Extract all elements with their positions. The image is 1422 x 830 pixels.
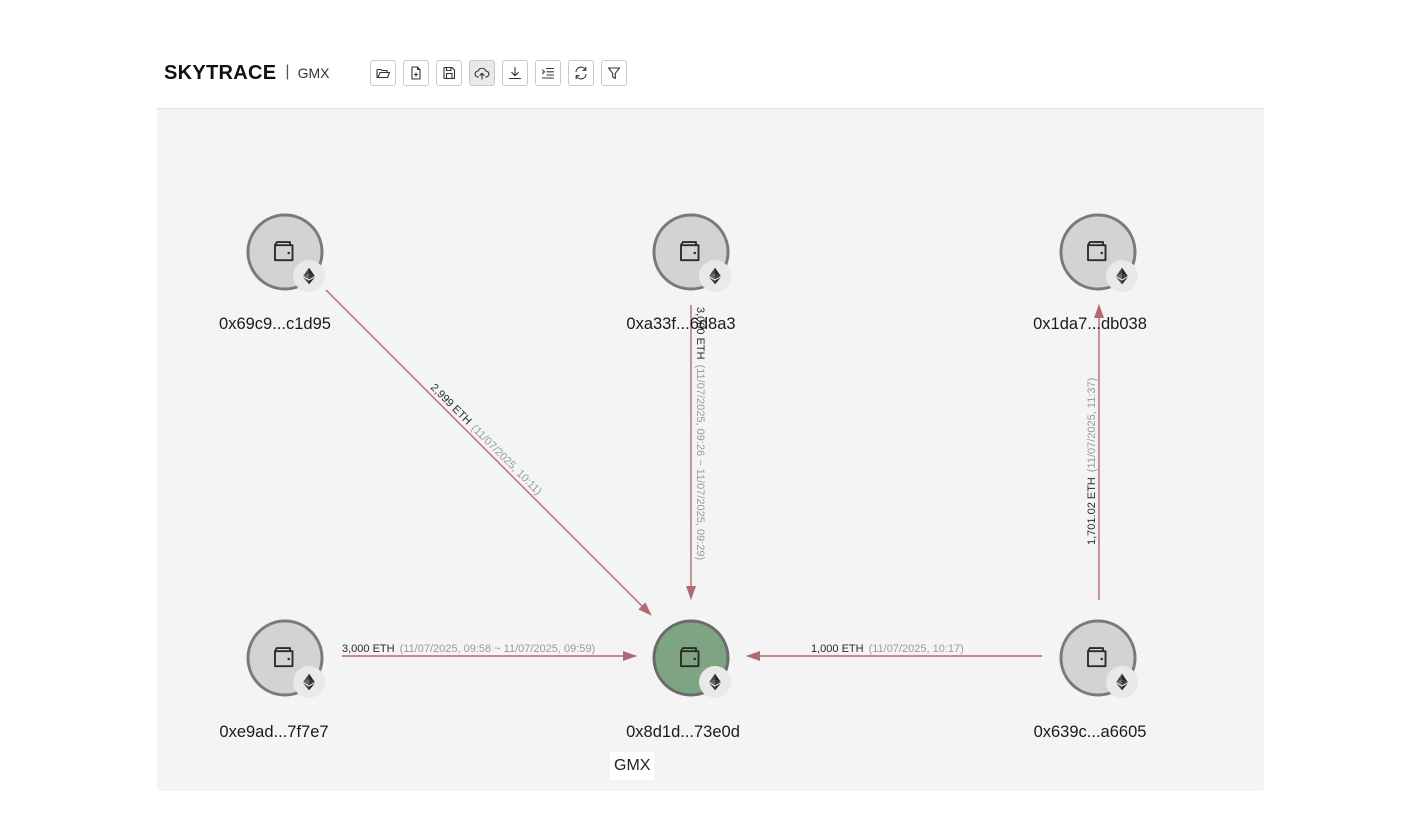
toolbar bbox=[370, 60, 627, 86]
list-indent-icon bbox=[541, 67, 555, 79]
open-folder-icon bbox=[376, 68, 391, 79]
list-indent-button[interactable] bbox=[535, 60, 561, 86]
download-button[interactable] bbox=[502, 60, 528, 86]
save-icon bbox=[443, 66, 456, 80]
refresh-button[interactable] bbox=[568, 60, 594, 86]
cloud-upload-icon bbox=[474, 67, 490, 80]
open-button[interactable] bbox=[370, 60, 396, 86]
new-file-icon bbox=[411, 66, 421, 80]
project-name: GMX bbox=[297, 65, 330, 81]
filter-button[interactable] bbox=[601, 60, 627, 86]
filter-icon bbox=[607, 67, 621, 80]
skytrace-app: SKYTRACE | GMX 2,999 ETH(11/07/2025, 10:… bbox=[0, 0, 1422, 830]
download-icon bbox=[508, 66, 522, 80]
save-button[interactable] bbox=[436, 60, 462, 86]
entity-tag[interactable]: GMX bbox=[610, 752, 655, 780]
brand-logo: SKYTRACE bbox=[164, 61, 277, 84]
refresh-icon bbox=[575, 66, 587, 80]
new-file-button[interactable] bbox=[403, 60, 429, 86]
cloud-upload-button[interactable] bbox=[469, 60, 495, 86]
graph-canvas[interactable] bbox=[157, 108, 1264, 791]
title-separator: | bbox=[285, 63, 290, 80]
